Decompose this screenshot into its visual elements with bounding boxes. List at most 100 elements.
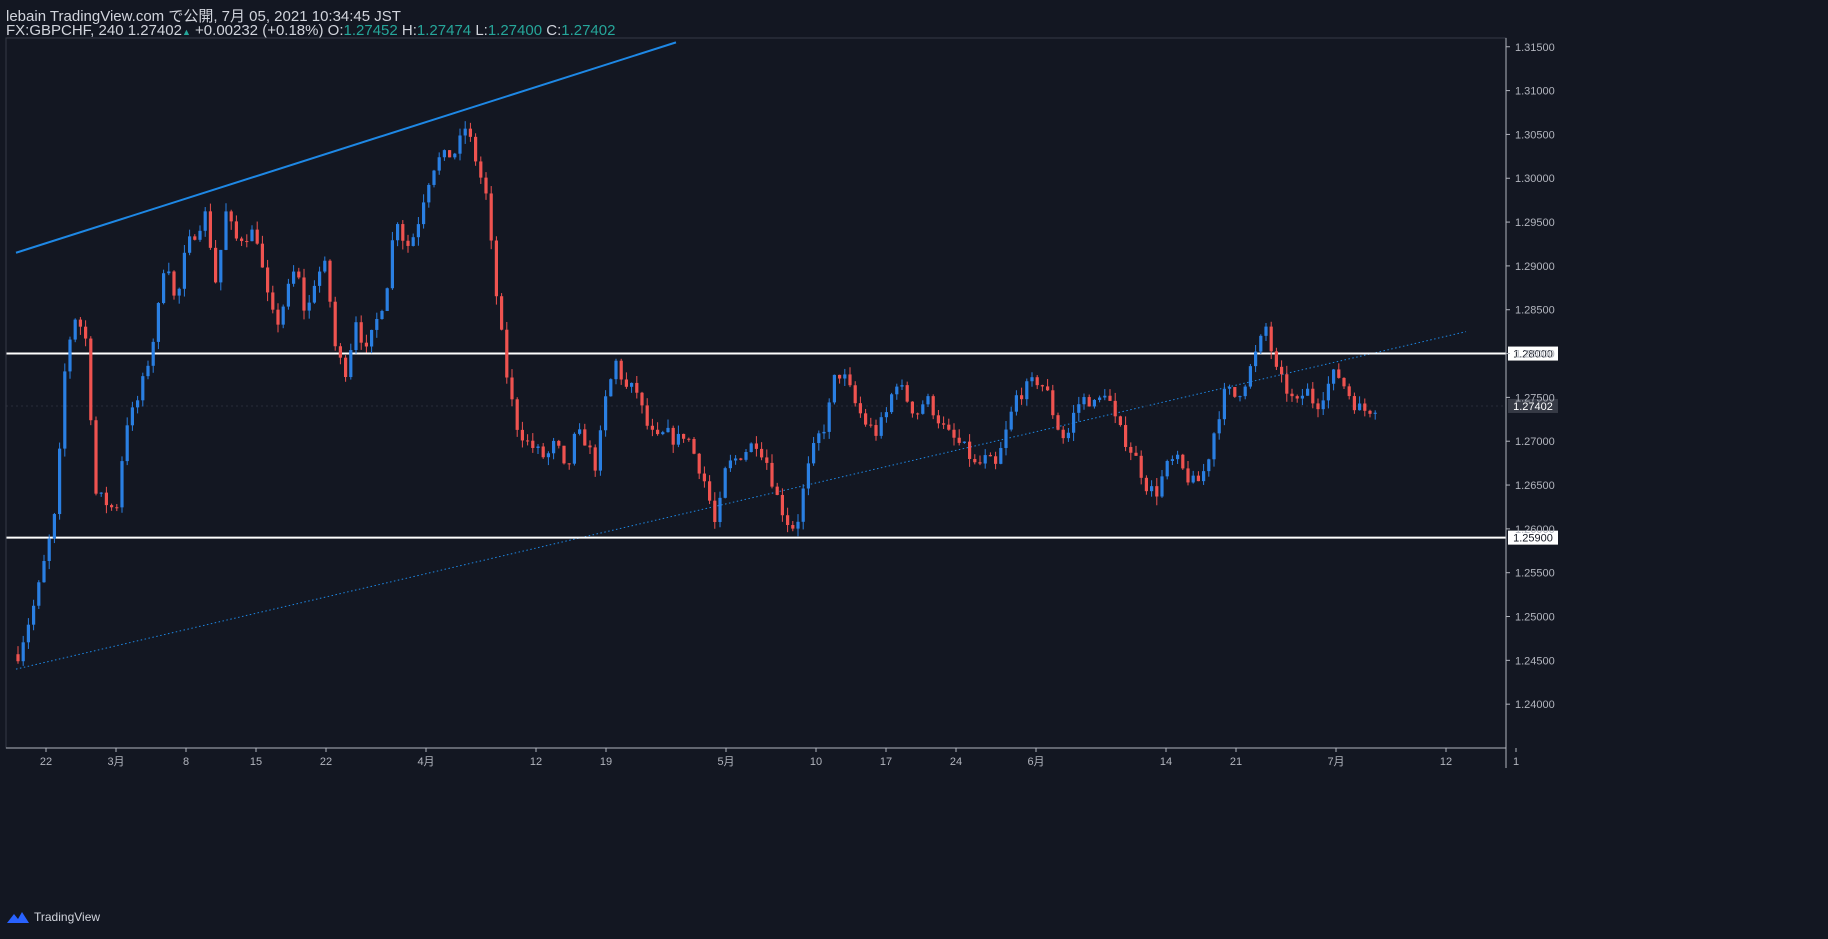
y-tick-label: 1.29500	[1515, 217, 1555, 229]
candle-body	[1196, 475, 1200, 482]
candle-body	[796, 521, 800, 529]
candle-body	[739, 458, 743, 460]
candle-body	[1160, 476, 1164, 497]
candle-body	[541, 446, 545, 458]
candle-body	[1264, 326, 1268, 336]
candle-body	[250, 229, 254, 242]
candle-body	[734, 458, 738, 461]
candle-body	[84, 326, 88, 339]
candle-body	[1243, 386, 1247, 397]
candle-body	[115, 507, 119, 509]
price-chart[interactable]: 1.280001.259001.27402 1.240001.245001.25…	[0, 0, 1828, 905]
candle-body	[1030, 377, 1034, 382]
candle-body	[32, 605, 36, 625]
candle-body	[926, 396, 930, 405]
candle-body	[323, 260, 327, 272]
candle-body	[1144, 477, 1148, 492]
candle-body	[1186, 468, 1190, 483]
candle-body	[1077, 404, 1081, 413]
y-tick-label: 1.26000	[1515, 524, 1555, 536]
candle-body	[1040, 385, 1044, 387]
candle-body	[1316, 403, 1320, 410]
candle-body	[245, 241, 249, 243]
candle-body	[1155, 486, 1159, 497]
candle-body	[1280, 366, 1284, 375]
candle-body	[942, 423, 946, 425]
candle-body	[94, 420, 98, 494]
candle-body	[1238, 396, 1242, 398]
candle-body	[266, 267, 270, 293]
x-tick-label: 3月	[107, 756, 124, 768]
candle-body	[427, 184, 431, 203]
candle-body	[645, 405, 649, 426]
candle-body	[609, 379, 613, 397]
candle-body	[890, 394, 894, 413]
candle-body	[765, 457, 769, 463]
candle-body	[1347, 386, 1351, 397]
candle-body	[1285, 374, 1289, 394]
candle-body	[770, 462, 774, 487]
candle-body	[110, 505, 114, 508]
candle-body	[1118, 416, 1122, 426]
candle-body	[390, 240, 394, 289]
x-tick-label: 6月	[1027, 756, 1044, 768]
candle-body	[708, 481, 712, 501]
candle-body	[583, 429, 587, 446]
candle-body	[68, 339, 72, 372]
x-tick-label: 4月	[417, 756, 434, 768]
candle-body	[1228, 386, 1232, 389]
candle-body	[1072, 412, 1076, 433]
candle-body	[1113, 400, 1117, 417]
candle-body	[635, 382, 639, 393]
candle-body	[271, 292, 275, 310]
y-tick-label: 1.30000	[1515, 173, 1555, 185]
candle-body	[177, 288, 181, 296]
candle-body	[484, 177, 488, 194]
candle-body	[936, 415, 940, 424]
candle-body	[73, 319, 77, 340]
candle-body	[16, 654, 20, 662]
candle-body	[1363, 403, 1367, 411]
y-tick-label: 1.27000	[1515, 436, 1555, 448]
candle-body	[1004, 429, 1008, 448]
candle-body	[1108, 395, 1112, 401]
candle-body	[349, 350, 353, 378]
candle-body	[312, 285, 316, 303]
candle-body	[879, 417, 883, 436]
candle-body	[713, 500, 717, 523]
candle-body	[682, 433, 686, 439]
candle-body	[905, 385, 909, 402]
candle-body	[1025, 381, 1029, 400]
candle-body	[208, 211, 212, 248]
candle-body	[229, 211, 233, 222]
candle-body	[1181, 454, 1185, 469]
candle-body	[1087, 397, 1091, 407]
candle-body	[494, 240, 498, 297]
candle-body	[510, 377, 514, 400]
candle-body	[141, 376, 145, 401]
candle-body	[827, 402, 831, 432]
candle-body	[422, 202, 426, 225]
candle-body	[1222, 388, 1226, 420]
candle-body	[1035, 377, 1039, 386]
candle-body	[156, 303, 160, 342]
candle-body	[136, 400, 140, 408]
candle-body	[973, 458, 977, 463]
candle-body	[676, 433, 680, 445]
candle-body	[234, 221, 238, 239]
candle-body	[983, 455, 987, 464]
candle-body	[957, 437, 961, 443]
candle-body	[697, 453, 701, 474]
candle-body	[411, 237, 415, 246]
candle-body	[1321, 400, 1325, 410]
candle-body	[448, 150, 452, 158]
candle-body	[578, 429, 582, 434]
candle-body	[286, 283, 290, 307]
candle-body	[978, 462, 982, 464]
candle-body	[630, 382, 634, 387]
candle-body	[1046, 386, 1050, 391]
candle-body	[125, 425, 129, 462]
candle-body	[754, 443, 758, 449]
candle-body	[1170, 459, 1174, 461]
candle-body	[806, 463, 810, 489]
